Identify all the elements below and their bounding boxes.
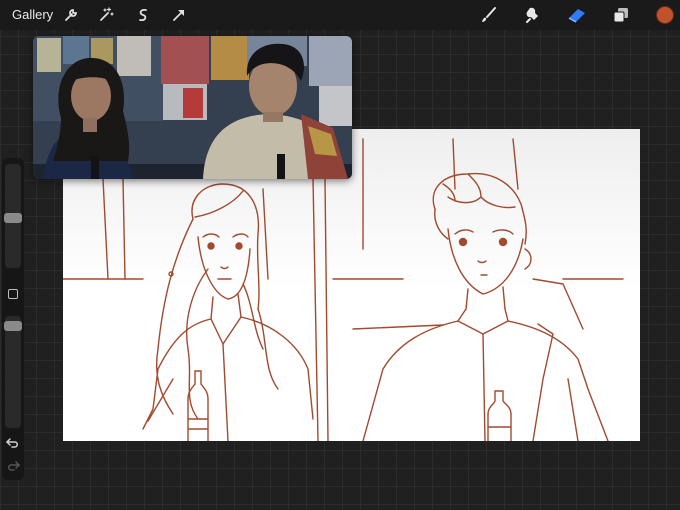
wrench-icon[interactable] — [60, 4, 82, 26]
gallery-button[interactable]: Gallery — [12, 7, 53, 22]
modify-square-icon[interactable] — [8, 289, 18, 299]
brush-icon[interactable] — [477, 4, 499, 26]
transform-arrow-icon[interactable] — [168, 4, 190, 26]
reference-image-window[interactable] — [33, 36, 352, 179]
opacity-handle[interactable] — [4, 321, 22, 331]
selection-icon[interactable] — [132, 4, 154, 26]
magic-wand-icon[interactable] — [95, 4, 117, 26]
opacity-slider[interactable] — [5, 316, 21, 428]
layers-icon[interactable] — [610, 4, 632, 26]
smudge-icon[interactable] — [522, 4, 544, 26]
eraser-icon[interactable] — [566, 4, 588, 26]
top-toolbar: Gallery — [0, 0, 680, 30]
reference-photo — [33, 36, 352, 179]
sidebar — [2, 158, 24, 480]
redo-icon[interactable] — [5, 459, 21, 478]
color-swatch[interactable] — [654, 4, 676, 26]
undo-icon[interactable] — [5, 436, 21, 455]
brush-size-handle[interactable] — [4, 213, 22, 223]
